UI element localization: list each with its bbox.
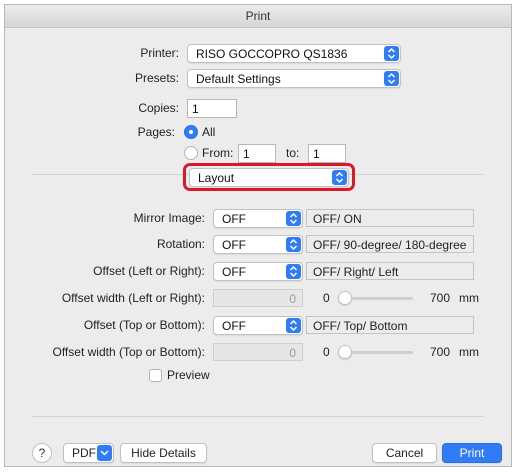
mirror-select[interactable]: OFF bbox=[213, 209, 303, 228]
offset-width-tb-value: 0 bbox=[289, 346, 296, 360]
offset-width-lr-label: Offset width (Left or Right): bbox=[61, 291, 205, 305]
presets-value: Default Settings bbox=[196, 72, 281, 86]
panel-value: Layout bbox=[198, 171, 235, 185]
offset-lr-hint: OFF/ Right/ Left bbox=[306, 262, 474, 280]
cancel-button[interactable]: Cancel bbox=[372, 443, 437, 463]
offset-width-tb-max: 700 bbox=[430, 345, 451, 359]
pages-all-radio[interactable] bbox=[184, 125, 198, 139]
presets-label: Presets: bbox=[134, 71, 179, 85]
offset-tb-hint: OFF/ Top/ Bottom bbox=[306, 316, 474, 334]
offset-width-lr-value: 0 bbox=[289, 292, 296, 306]
mirror-hint-text: OFF/ ON bbox=[313, 212, 362, 226]
pages-all-label: All bbox=[202, 125, 216, 139]
pages-from-input[interactable]: 1 bbox=[238, 144, 276, 163]
printer-select[interactable]: RISO GOCCOPRO QS1836 bbox=[187, 44, 401, 63]
pages-from-value: 1 bbox=[243, 147, 250, 161]
pages-from-label: From: bbox=[202, 146, 234, 160]
print-dialog: Print Printer: RISO GOCCOPRO QS1836 Pres… bbox=[4, 4, 512, 467]
up-down-chevron-icon bbox=[286, 318, 301, 333]
offset-width-tb-label: Offset width (Top or Bottom): bbox=[52, 345, 205, 359]
hide-details-button[interactable]: Hide Details bbox=[120, 443, 207, 463]
rotation-label: Rotation: bbox=[156, 237, 205, 251]
offset-width-lr-unit: mm bbox=[459, 291, 479, 305]
offset-width-tb-input[interactable]: 0 bbox=[213, 343, 303, 361]
up-down-chevron-icon bbox=[286, 211, 301, 226]
dialog-title: Print bbox=[5, 5, 511, 28]
rotation-hint-text: OFF/ 90-degree/ 180-degree bbox=[313, 238, 467, 252]
mirror-value: OFF bbox=[222, 212, 246, 226]
footer-divider bbox=[32, 416, 484, 417]
up-down-chevron-icon bbox=[286, 237, 301, 252]
offset-width-lr-slider[interactable] bbox=[338, 291, 352, 305]
pdf-label: PDF bbox=[72, 446, 96, 460]
pdf-button[interactable]: PDF bbox=[63, 443, 114, 463]
up-down-chevron-icon bbox=[332, 170, 347, 185]
pages-to-input[interactable]: 1 bbox=[308, 144, 346, 163]
mirror-hint: OFF/ ON bbox=[306, 209, 474, 227]
rotation-value: OFF bbox=[222, 238, 246, 252]
offset-width-lr-max: 700 bbox=[430, 291, 451, 305]
copies-label: Copies: bbox=[138, 101, 179, 115]
mirror-label: Mirror Image: bbox=[133, 211, 205, 225]
chevron-down-icon bbox=[97, 445, 112, 461]
up-down-chevron-icon bbox=[384, 71, 399, 86]
copies-input[interactable]: 1 bbox=[187, 99, 237, 118]
preview-label: Preview bbox=[167, 368, 210, 382]
offset-tb-value: OFF bbox=[222, 319, 246, 333]
offset-lr-label: Offset (Left or Right): bbox=[93, 264, 205, 278]
print-button[interactable]: Print bbox=[442, 443, 502, 463]
offset-lr-hint-text: OFF/ Right/ Left bbox=[313, 265, 399, 279]
offset-width-tb-unit: mm bbox=[459, 345, 479, 359]
presets-select[interactable]: Default Settings bbox=[187, 69, 401, 88]
up-down-chevron-icon bbox=[286, 264, 301, 279]
printer-label: Printer: bbox=[140, 46, 179, 60]
preview-checkbox[interactable] bbox=[149, 369, 162, 382]
offset-width-tb-slider[interactable] bbox=[338, 345, 352, 359]
pages-label: Pages: bbox=[137, 125, 175, 139]
up-down-chevron-icon bbox=[384, 46, 399, 61]
offset-tb-select[interactable]: OFF bbox=[213, 316, 303, 335]
help-icon[interactable]: ? bbox=[32, 443, 52, 463]
copies-value: 1 bbox=[192, 102, 199, 116]
panel-select[interactable]: Layout bbox=[189, 168, 349, 187]
offset-width-tb-min: 0 bbox=[323, 345, 330, 359]
rotation-select[interactable]: OFF bbox=[213, 235, 303, 254]
printer-value: RISO GOCCOPRO QS1836 bbox=[196, 47, 348, 61]
rotation-hint: OFF/ 90-degree/ 180-degree bbox=[306, 235, 474, 253]
pages-from-radio[interactable] bbox=[184, 146, 198, 160]
pages-to-value: 1 bbox=[313, 147, 320, 161]
offset-lr-select[interactable]: OFF bbox=[213, 262, 303, 281]
offset-tb-label: Offset (Top or Bottom): bbox=[83, 318, 205, 332]
offset-width-lr-min: 0 bbox=[323, 291, 330, 305]
offset-width-lr-input[interactable]: 0 bbox=[213, 289, 303, 307]
pages-to-label: to: bbox=[286, 146, 300, 160]
offset-lr-value: OFF bbox=[222, 265, 246, 279]
offset-tb-hint-text: OFF/ Top/ Bottom bbox=[313, 319, 408, 333]
